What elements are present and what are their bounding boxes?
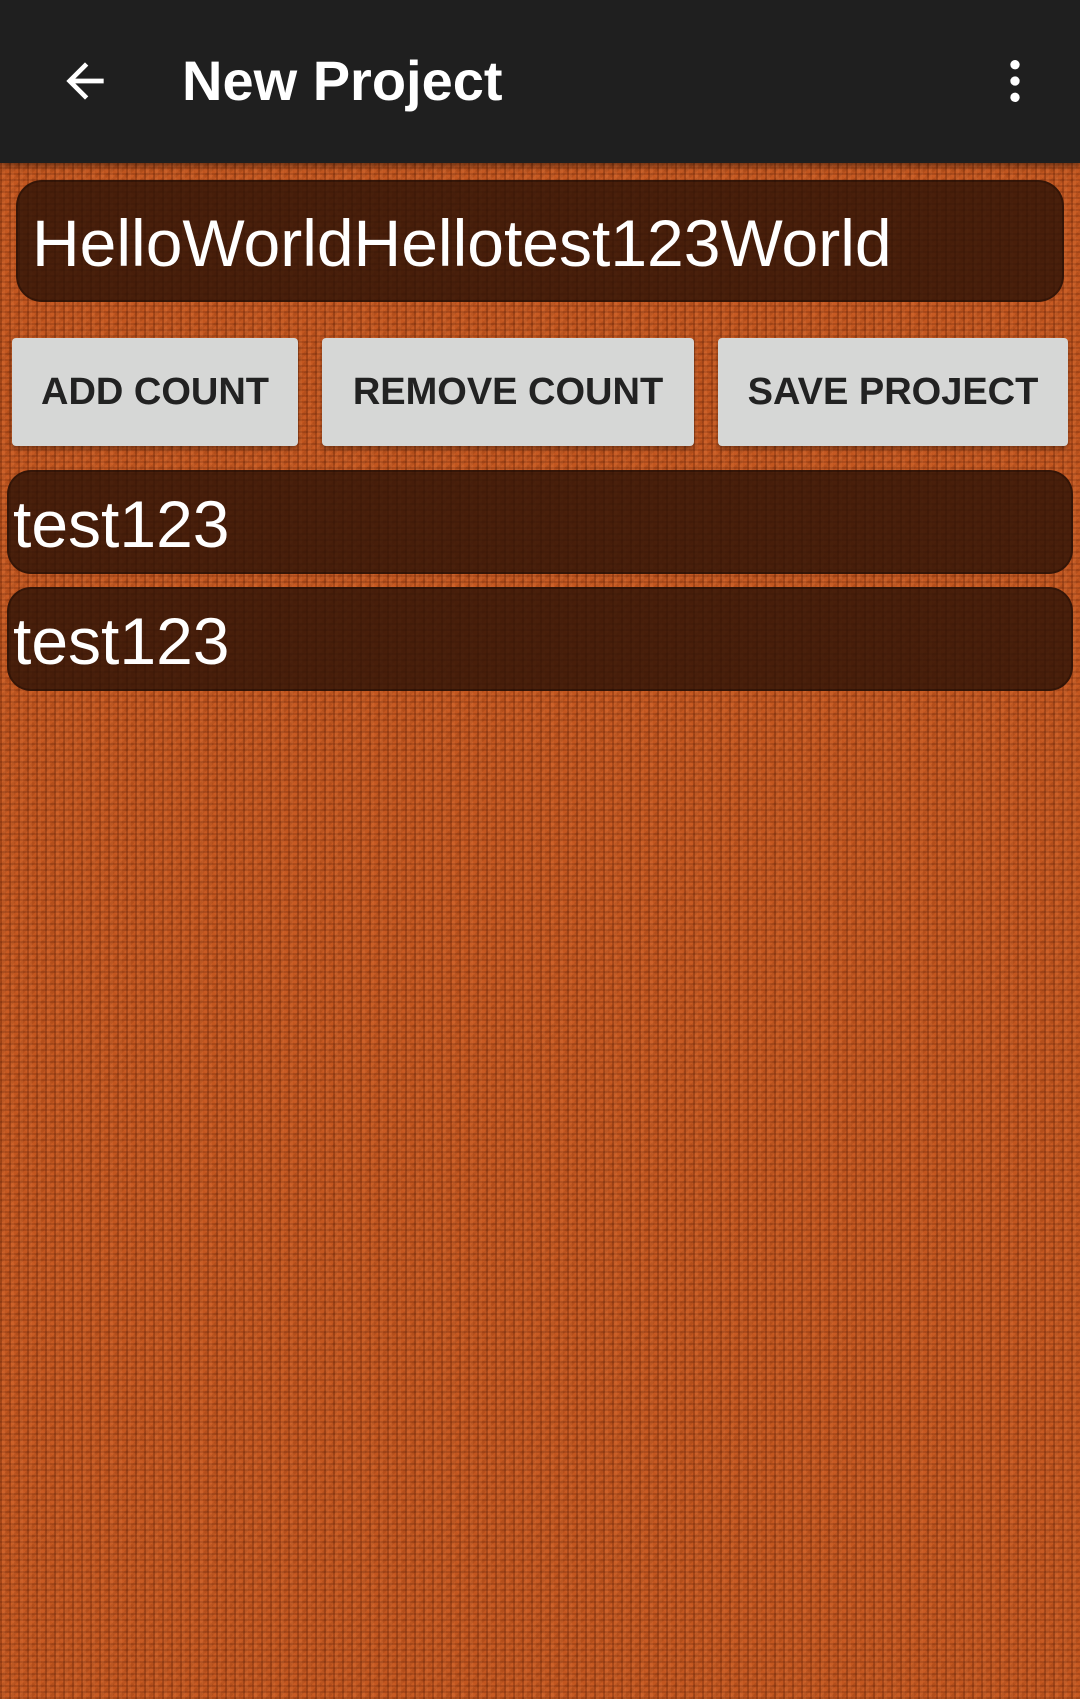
arrow-back-icon (66, 62, 104, 100)
remove-count-button[interactable]: REMOVE COUNT (322, 338, 694, 446)
app-bar: New Project (0, 0, 1080, 163)
count-list-item[interactable]: test123 (7, 470, 1073, 574)
add-count-button[interactable]: ADD COUNT (12, 338, 298, 446)
project-name-field[interactable]: HelloWorldHellotest123World (16, 180, 1064, 302)
page-title: New Project (182, 49, 503, 112)
count-list-item[interactable]: test123 (7, 587, 1073, 691)
overflow-menu-button[interactable] (975, 38, 1055, 124)
save-project-button[interactable]: SAVE PROJECT (718, 338, 1068, 446)
more-vert-icon (1010, 60, 1020, 102)
back-button[interactable] (40, 38, 130, 124)
